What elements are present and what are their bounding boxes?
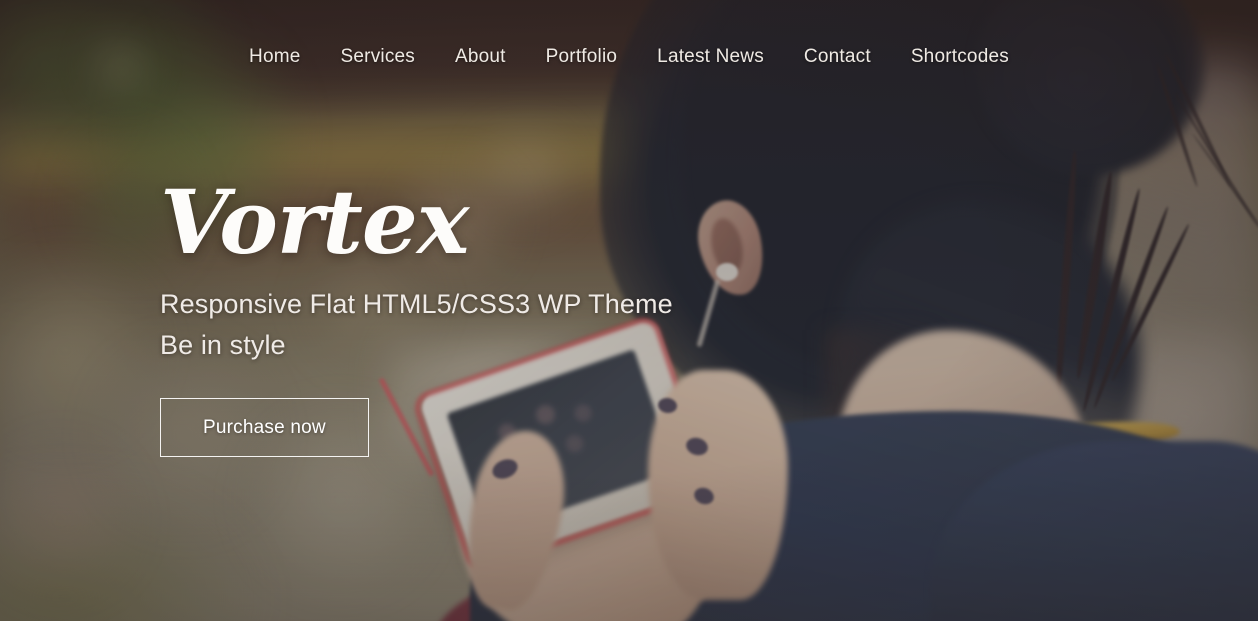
hero-tagline: Responsive Flat HTML5/CSS3 WP Theme Be i… <box>160 289 673 360</box>
nav-list: Home Services About Portfolio Latest New… <box>249 40 1009 68</box>
nav-item[interactable]: Shortcodes <box>911 46 1009 68</box>
nav-item-portfolio[interactable]: Portfolio <box>546 46 618 68</box>
nav-item-contact[interactable]: Contact <box>804 46 871 68</box>
nav-item-about[interactable]: About <box>455 46 506 68</box>
site-logo: Vortex <box>160 170 469 274</box>
nav-item[interactable]: Portfolio <box>546 46 618 68</box>
main-navigation: Home Services About Portfolio Latest New… <box>0 0 1258 108</box>
nav-item[interactable]: About <box>455 46 506 68</box>
nav-item-home[interactable]: Home <box>249 46 300 68</box>
nav-item-services[interactable]: Services <box>341 46 415 68</box>
nav-item[interactable]: Latest News <box>657 46 764 68</box>
purchase-now-button[interactable]: Purchase now <box>160 398 369 457</box>
hero-section: Home Services About Portfolio Latest New… <box>0 0 1258 621</box>
nav-item-shortcodes[interactable]: Shortcodes <box>911 46 1009 68</box>
nav-item[interactable]: Contact <box>804 46 871 68</box>
nav-item[interactable]: Services <box>341 46 415 68</box>
hero-content: Vortex Responsive Flat HTML5/CSS3 WP The… <box>160 178 800 457</box>
nav-item[interactable]: Home <box>249 46 300 68</box>
nav-item-latest-news[interactable]: Latest News <box>657 46 764 68</box>
